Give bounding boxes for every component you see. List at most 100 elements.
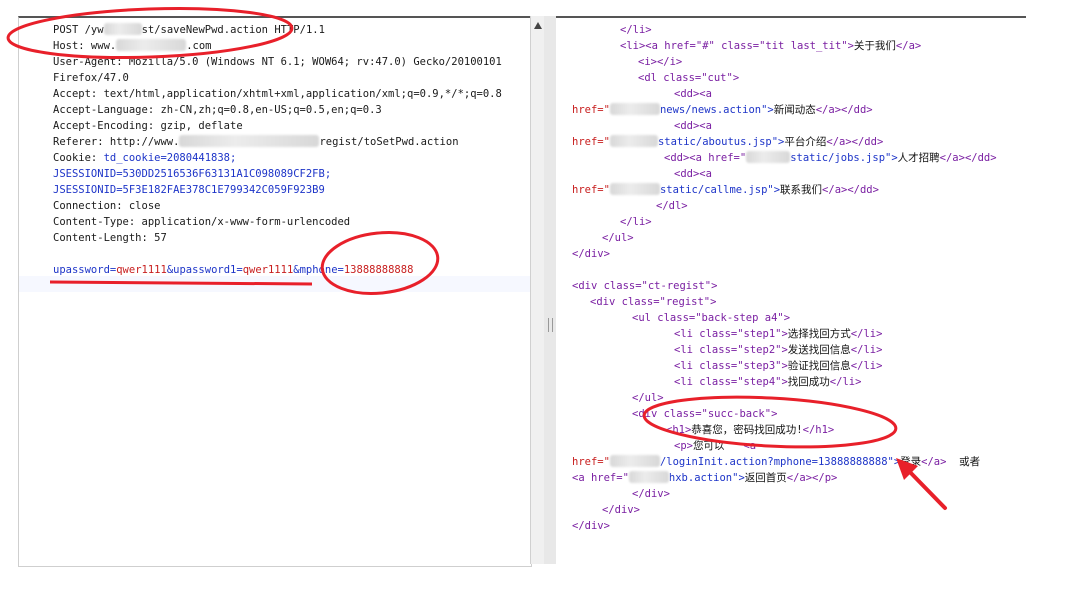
code-line: </ul>	[602, 232, 634, 244]
code-text: 联系我们	[780, 184, 823, 196]
code-text: 或者	[959, 456, 981, 468]
code-line: </div>	[572, 248, 610, 260]
code-line: </li>	[620, 24, 652, 36]
code-tag: </a>	[921, 456, 947, 468]
code-tag: </a></dd>	[939, 152, 997, 164]
redacted-text	[103, 23, 142, 35]
code-line: <dd><a	[674, 88, 712, 100]
code-line: </div>	[602, 504, 640, 516]
redacted-text	[609, 103, 660, 115]
pane-splitter[interactable]	[544, 16, 556, 564]
response-pane[interactable]: </li> <li><a href="#" class="tit last_ti…	[556, 16, 1026, 566]
code-value: static/jobs.jsp">	[790, 152, 898, 164]
code-line: href=" news/news.action">新闻动态</a></dd>	[572, 102, 873, 118]
header-content-type: Content-Type: application/x-www-form-url…	[53, 216, 351, 228]
code-tag: <li class="step3">	[674, 360, 788, 372]
cookie-jsessionid-2: JSESSIONID=5F3E182FAE378C1E799342C059F92…	[53, 184, 325, 196]
code-tag: <dd><a href="	[664, 152, 747, 164]
cookie-jsessionid-1: JSESSIONID=530DD2516536F63131A1C098089CF…	[53, 168, 332, 180]
code-line: </dl>	[656, 200, 688, 212]
param-upassword1-value: qwer1111	[242, 264, 294, 276]
redacted-text	[628, 471, 669, 483]
request-body[interactable]: upassword=qwer1111&upassword1=qwer1111&m…	[53, 262, 413, 278]
code-tag: </li>	[850, 344, 883, 356]
success-message: 恭喜您，密码找回成功!	[691, 424, 803, 436]
login-link-line: href=" /loginInit.action?mphone=138888888…	[572, 454, 980, 470]
header-host-end: .com	[186, 40, 212, 52]
code-line: <p>您可以 <a	[674, 438, 756, 454]
code-text: 关于我们	[853, 40, 896, 52]
code-value: hxb.action">	[668, 472, 745, 484]
header-referer-end: regist/toSetPwd.action	[319, 136, 459, 148]
code-tag: </li>	[829, 376, 862, 388]
request-line: POST /yw st/saveNewPwd.action HTTP/1.1	[53, 22, 325, 38]
code-text: 发送找回信息	[787, 344, 851, 356]
code-tag: </li>	[850, 328, 883, 340]
code-tag: </a>	[895, 40, 922, 52]
code-line: href=" static/aboutus.jsp">平台介绍</a></dd>	[572, 134, 883, 150]
header-accept-encoding: Accept-Encoding: gzip, deflate	[53, 120, 243, 132]
param-mphone-key: mphone	[299, 264, 338, 276]
redacted-text	[746, 151, 791, 163]
code-line: </ul>	[632, 392, 664, 404]
param-upassword1-key: upassword1	[173, 264, 237, 276]
redacted-text	[609, 135, 658, 147]
code-line: <ul class="back-step a4">	[632, 312, 791, 324]
splitter-grip-icon[interactable]	[548, 318, 553, 332]
redacted-text	[116, 39, 187, 51]
code-line: </div>	[572, 520, 610, 532]
code-text: 找回成功	[787, 376, 830, 388]
code-tag: <li class="step4">	[674, 376, 788, 388]
code-text: 验证找回信息	[787, 360, 851, 372]
header-user-agent-cont: Firefox/47.0	[53, 72, 129, 84]
request-method-path: POST /yw	[53, 24, 104, 36]
cookie-td: td_cookie=2080441838;	[103, 152, 237, 164]
code-text: 选择找回方式	[787, 328, 851, 340]
code-line: <i></i>	[638, 56, 683, 68]
code-text: 新闻动态	[773, 104, 816, 116]
code-line: <dd><a href=" static/jobs.jsp">人才招聘</a></…	[664, 150, 997, 166]
code-attr: href="	[572, 104, 610, 116]
request-pane[interactable]: POST /yw st/saveNewPwd.action HTTP/1.1 Ho…	[18, 16, 532, 567]
header-referer: Referer: http://www. regist/toSetPwd.acti…	[53, 134, 459, 150]
success-message-line: <h1>恭喜您，密码找回成功!</h1>	[666, 422, 834, 438]
code-tag: <li>	[620, 40, 646, 52]
code-tag: <a	[743, 440, 757, 452]
scroll-up-arrow-icon[interactable]	[534, 22, 542, 29]
code-line: <a href=" hxb.action">返回首页</a></p>	[572, 470, 837, 486]
code-text: 登录	[900, 456, 922, 468]
code-line: <li><a href="#" class="tit last_tit">关于我…	[620, 38, 921, 54]
request-method-path-end: st/saveNewPwd.action HTTP/1.1	[141, 24, 325, 36]
header-accept: Accept: text/html,application/xhtml+xml,…	[53, 88, 502, 100]
code-value: news/news.action">	[659, 104, 774, 116]
code-tag: </a></p>	[786, 472, 838, 484]
code-tag: </h1>	[802, 424, 835, 436]
code-tag: <a href="#" class="tit last_tit">	[645, 40, 854, 52]
code-text: 平台介绍	[784, 136, 827, 148]
code-tag: <p>	[674, 440, 693, 452]
code-line: <li class="step3">验证找回信息</li>	[674, 358, 882, 374]
code-line: <dl class="cut">	[638, 72, 740, 84]
code-attr: href="	[572, 456, 610, 468]
code-tag: </li>	[850, 360, 883, 372]
code-line: <div class="ct-regist">	[572, 280, 718, 292]
code-tag: </a></dd>	[822, 184, 879, 196]
redacted-text	[609, 183, 660, 195]
code-line: href=" static/callme.jsp">联系我们</a></dd>	[572, 182, 879, 198]
code-text: 您可以	[692, 440, 725, 452]
header-user-agent: User-Agent: Mozilla/5.0 (Windows NT 6.1;…	[53, 56, 502, 68]
code-line: </div>	[632, 488, 670, 500]
header-cookie: Cookie: td_cookie=2080441838;	[53, 150, 236, 166]
code-tag: <li class="step2">	[674, 344, 788, 356]
code-tag: <li class="step1">	[674, 328, 788, 340]
code-line: <dd><a	[674, 168, 712, 180]
login-link-url: /loginInit.action?mphone=13888888888">	[659, 456, 901, 468]
code-tag: </a></dd>	[826, 136, 884, 148]
param-mphone-value: 13888888888	[343, 264, 414, 276]
code-tag: <a href="	[572, 472, 629, 484]
code-line: </li>	[620, 216, 652, 228]
code-tag: <h1>	[666, 424, 692, 436]
header-referer-key: Referer: http://www.	[53, 136, 180, 148]
header-content-length: Content-Length: 57	[53, 232, 167, 244]
code-line: <li class="step1">选择找回方式</li>	[674, 326, 882, 342]
